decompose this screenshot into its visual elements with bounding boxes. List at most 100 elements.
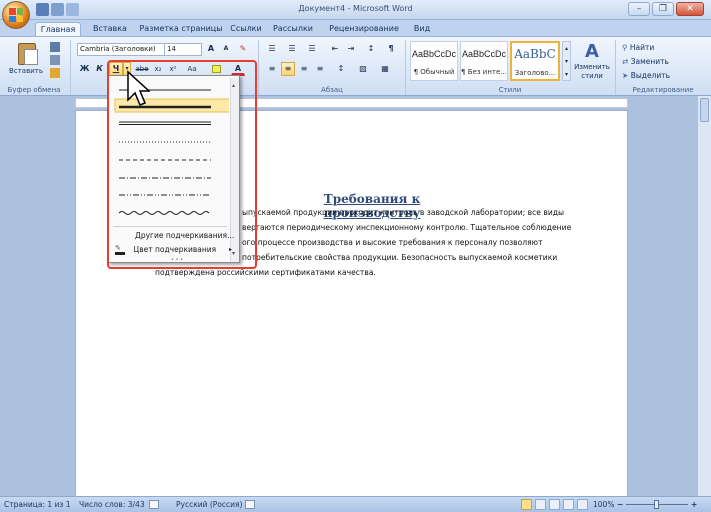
doc-line[interactable]: потребительские свойства продукции. Безо… [242, 253, 557, 262]
clipboard-group-label: Буфер обмена [7, 86, 61, 94]
style-name: ¶ Обычный [413, 68, 455, 76]
print-layout-view-icon[interactable] [521, 499, 532, 510]
tab-mailings[interactable]: Рассылки [270, 22, 316, 37]
close-button[interactable]: ✕ [676, 2, 704, 16]
more-underlines-label: Другие подчеркивания... [135, 231, 235, 240]
style-sample: AaBbCcDc [461, 49, 506, 59]
replace-label: Заменить [630, 57, 669, 66]
align-left-icon[interactable]: ≡ [265, 62, 279, 76]
sort-icon[interactable]: ↕ [364, 42, 378, 56]
scroll-up-icon[interactable]: ▴ [232, 82, 235, 89]
paragraph-group-label: Абзац [321, 86, 343, 94]
tab-review[interactable]: Рецензирование [326, 22, 402, 37]
shrink-font-button[interactable]: A [219, 42, 233, 56]
change-case-button[interactable]: Aa [183, 62, 201, 76]
change-styles-button[interactable]: Изменить стили [572, 63, 612, 81]
superscript-button[interactable]: x² [166, 62, 180, 76]
proofing-icon[interactable] [149, 500, 159, 509]
zoom-slider-thumb[interactable] [654, 500, 659, 509]
word-count[interactable]: Число слов: 3/43 [79, 497, 145, 512]
doc-line[interactable]: вергаются периодическому инспекционному … [242, 223, 571, 232]
paste-button[interactable]: Вставить [6, 67, 46, 75]
title-bar: Документ4 - Microsoft Word – ❐ ✕ [0, 0, 711, 20]
language-indicator[interactable]: Русский (Россия) [176, 497, 242, 512]
underline-wave[interactable] [118, 211, 210, 215]
style-name: ¶ Без инте... [461, 68, 507, 76]
minimize-button[interactable]: – [628, 2, 650, 16]
style-sample: AaBbCcDc [411, 49, 456, 59]
group-divider [405, 40, 406, 95]
grow-font-button[interactable]: A [204, 42, 218, 56]
subscript-button[interactable]: x₂ [151, 62, 165, 76]
style-no-spacing[interactable]: AaBbCcDc ¶ Без инте... [460, 41, 508, 81]
outline-view-icon[interactable] [563, 499, 574, 510]
resize-grip-icon[interactable]: • • • [171, 257, 183, 263]
select-button[interactable]: ➤ Выделить [622, 69, 707, 82]
full-screen-view-icon[interactable] [535, 499, 546, 510]
underline-color-item[interactable]: ✎ Цвет подчеркивания ▸ [109, 243, 239, 256]
multilevel-list-icon[interactable]: ☰ [305, 42, 319, 56]
find-label: Найти [629, 43, 655, 52]
font-name-select[interactable]: Cambria (Заголовки) [77, 43, 165, 56]
select-label: Выделить [630, 71, 671, 80]
bullets-icon[interactable]: ☰ [265, 42, 279, 56]
font-color-icon[interactable]: A [231, 62, 245, 76]
paste-icon[interactable] [15, 41, 41, 67]
window-title: Документ4 - Microsoft Word [298, 4, 413, 13]
borders-icon[interactable]: ▦ [377, 62, 393, 76]
web-layout-view-icon[interactable] [549, 499, 560, 510]
vertical-scrollbar[interactable] [697, 96, 711, 498]
align-center-icon[interactable]: ≡ [281, 62, 295, 76]
zoom-out-icon[interactable]: − [617, 497, 623, 512]
ribbon-tabs: Главная Вставка Разметка страницы Ссылки… [0, 20, 711, 37]
style-heading1[interactable]: AaBbC Заголово... [510, 41, 560, 81]
tab-view[interactable]: Вид [408, 22, 436, 37]
doc-line[interactable]: ого процессе производства и высокие треб… [242, 238, 543, 247]
underline-color-label: Цвет подчеркивания [133, 245, 217, 254]
justify-icon[interactable]: ≡ [313, 62, 327, 76]
cut-icon[interactable] [50, 42, 60, 52]
highlight-color-icon[interactable] [209, 62, 223, 76]
more-underlines-item[interactable]: Другие подчеркивания... [109, 229, 239, 242]
shading-icon[interactable]: ▨ [355, 62, 371, 76]
zoom-in-icon[interactable]: + [691, 497, 697, 512]
line-spacing-icon[interactable]: ↕ [333, 62, 349, 76]
bold-button[interactable]: Ж [78, 62, 91, 76]
style-normal[interactable]: AaBbCcDc ¶ Обычный [410, 41, 458, 81]
group-divider [258, 40, 259, 95]
styles-scroll-icon[interactable]: ▴ ▾ ▾ [562, 41, 571, 81]
replace-button[interactable]: ⇄ Заменить [622, 55, 707, 68]
macro-icon[interactable] [245, 500, 255, 509]
format-painter-icon[interactable] [50, 68, 60, 78]
zoom-level[interactable]: 100% [593, 497, 614, 512]
status-bar: Страница: 1 из 1 Число слов: 3/43 Русски… [0, 496, 711, 512]
office-button[interactable] [2, 1, 30, 29]
styles-group-label: Стили [498, 86, 522, 94]
doc-line[interactable]: ыпускаемой продукции проходит контроль в… [242, 208, 564, 217]
tab-home[interactable]: Главная [35, 22, 81, 37]
page-count[interactable]: Страница: 1 из 1 [4, 497, 71, 512]
underline-button[interactable]: Ч [109, 62, 123, 76]
change-styles-icon[interactable]: A [582, 41, 602, 62]
decrease-indent-icon[interactable]: ⇤ [328, 42, 342, 56]
scroll-thumb[interactable] [700, 98, 709, 122]
mouse-pointer-icon [127, 70, 150, 106]
numbering-icon[interactable]: ☰ [285, 42, 299, 56]
tab-page-layout[interactable]: Разметка страницы [135, 22, 227, 37]
show-marks-icon[interactable]: ¶ [384, 42, 398, 56]
find-button[interactable]: ⚲ Найти [622, 41, 707, 54]
replace-icon: ⇄ [622, 57, 629, 66]
restore-button[interactable]: ❐ [652, 2, 674, 16]
copy-icon[interactable] [50, 55, 60, 65]
select-icon: ➤ [622, 71, 629, 80]
submenu-arrow-icon: ▸ [229, 246, 233, 253]
draft-view-icon[interactable] [577, 499, 588, 510]
italic-button[interactable]: К [93, 62, 106, 76]
align-right-icon[interactable]: ≡ [297, 62, 311, 76]
tab-insert[interactable]: Вставка [86, 22, 134, 37]
clear-formatting-icon[interactable]: ✎ [236, 42, 250, 56]
font-size-select[interactable]: 14 [164, 43, 202, 56]
doc-line[interactable]: подтверждена российскими сертификатами к… [155, 268, 376, 277]
increase-indent-icon[interactable]: ⇥ [344, 42, 358, 56]
tab-references[interactable]: Ссылки [226, 22, 266, 37]
